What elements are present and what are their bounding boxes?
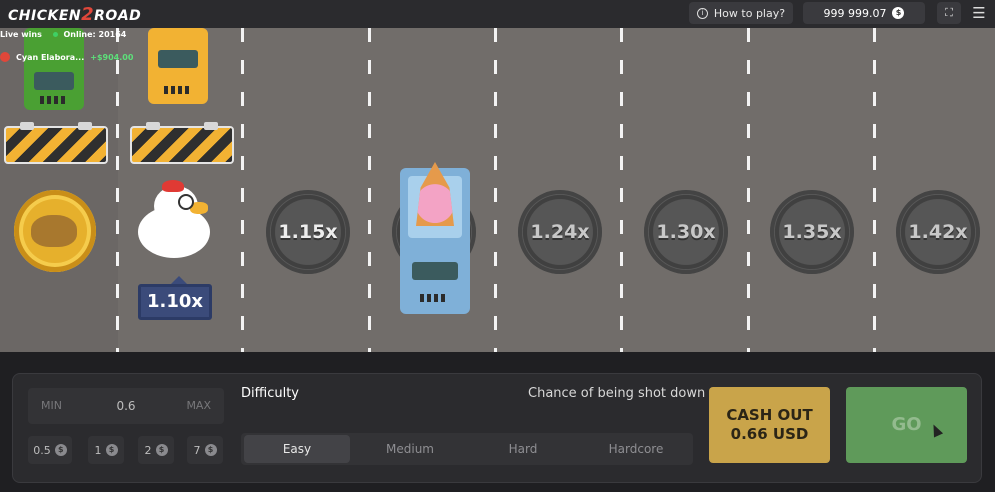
chicken-eye [178,194,194,210]
chip-amount: 0.5 [33,443,51,457]
lane-divider [747,28,750,352]
winner-name: Cyan Elabora... [16,52,85,62]
multiplier-manhole[interactable]: 1.35x [770,190,854,274]
cash-out-label: CASH OUT [726,406,813,424]
ice-cream-truck [400,162,470,314]
cash-out-button[interactable]: CASH OUT 0.66 USD [709,387,830,463]
balance-amount: 999 999.07 [823,6,887,20]
yellow-truck [148,28,208,104]
online-dot-icon [52,32,58,37]
multiplier-manhole[interactable]: 1.42x [896,190,980,274]
quick-bet-chip[interactable]: 7 $ [187,436,223,464]
chicken-character [134,180,214,260]
truck-windshield [412,262,458,280]
dollar-coin-icon: $ [54,444,67,456]
bet-amount-control: MIN 0.6 MAX [28,388,224,424]
lane-divider [368,28,371,352]
car-windshield [34,72,74,90]
go-button[interactable]: GO [846,387,967,463]
max-bet-button[interactable]: MAX [186,388,211,424]
live-wins-header: Live wins Online: 20164 [0,30,126,39]
chip-amount: 2 [144,443,152,457]
shot-down-chance-label: Chance of being shot down [528,386,706,401]
road-barrier [4,122,108,164]
balance-display: 999 999.07 $ [803,2,925,24]
avatar [0,52,10,62]
chip-amount: 7 [193,443,201,457]
game-logo: CHICKEN2ROAD [8,4,142,25]
dollar-coin-icon: $ [105,444,118,456]
lane-divider [873,28,876,352]
lane-divider [241,28,244,352]
roast-chicken-coin-icon [14,190,96,272]
green-car [24,28,84,110]
barrier-cap [146,122,160,130]
win-amount: +$904.00 [90,52,134,62]
barrier-cap [20,122,34,130]
dollar-coin-icon: $ [892,7,905,19]
quick-bet-chip[interactable]: 0.5 $ [28,436,72,464]
fullscreen-button[interactable]: ⛶ [937,2,961,24]
online-count: Online: 20164 [63,30,127,39]
chicken-comb [162,180,184,192]
how-to-play-button[interactable]: i How to play? [689,2,793,24]
menu-button[interactable]: ☰ [969,3,989,23]
chip-amount: 1 [94,443,102,457]
top-bar: CHICKEN2ROAD i How to play? 999 999.07 $… [0,0,995,28]
game-road: 1.10x 1.15x 1.24x 1.30x 1.35x 1.42x Live… [0,28,995,352]
barrier-cap [78,122,92,130]
lane-divider [116,28,119,352]
difficulty-label: Difficulty [241,386,299,401]
live-wins-label: Live wins [0,30,42,39]
difficulty-hard-tab[interactable]: Hard [470,435,576,463]
difficulty-medium-tab[interactable]: Medium [357,435,463,463]
hamburger-menu-icon: ☰ [972,4,986,22]
how-to-play-label: How to play? [713,6,786,20]
info-icon: i [696,7,708,19]
truck-windshield [158,50,198,68]
current-multiplier-tag: 1.10x [138,276,212,320]
cash-out-amount: 0.66 USD [730,425,809,443]
quick-bet-chip[interactable]: 2 $ [138,436,174,464]
lane-divider [494,28,497,352]
truck-grill [164,86,192,94]
roast-chicken-icon [31,215,77,247]
car-grill [40,96,68,104]
dollar-coin-icon: $ [155,444,168,456]
difficulty-hardcore-tab[interactable]: Hardcore [583,435,689,463]
multiplier-manhole[interactable]: 1.24x [518,190,602,274]
difficulty-easy-tab[interactable]: Easy [244,435,350,463]
difficulty-selector: Easy Medium Hard Hardcore [241,433,693,465]
barrier-cap [204,122,218,130]
multiplier-manhole[interactable]: 1.15x [266,190,350,274]
truck-grill [420,294,448,302]
fullscreen-icon: ⛶ [945,6,953,19]
live-win-entry: Cyan Elabora... +$904.00 [0,50,133,64]
multiplier-manhole[interactable]: 1.30x [644,190,728,274]
quick-bet-chip[interactable]: 1 $ [88,436,124,464]
lane-divider [620,28,623,352]
road-barrier [130,122,234,164]
ice-cream-cone-icon [416,162,454,226]
dollar-coin-icon: $ [204,444,217,456]
